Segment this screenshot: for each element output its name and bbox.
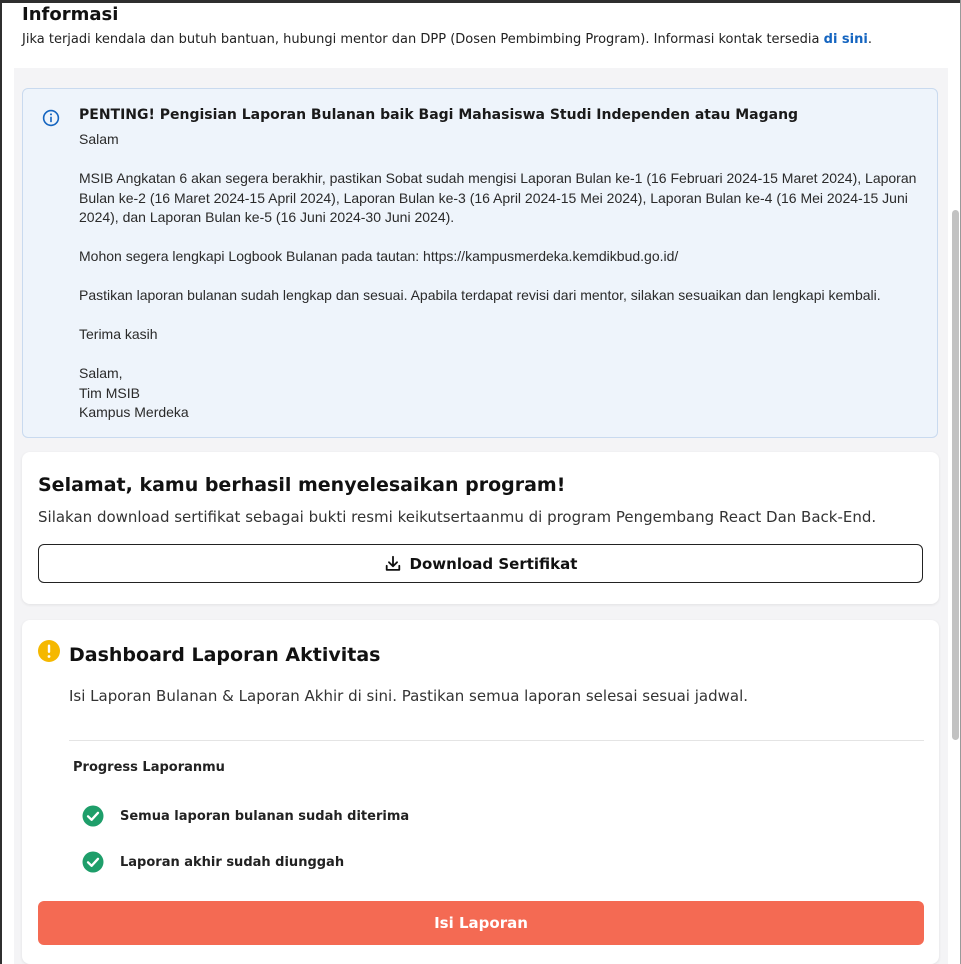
- info-icon: [42, 109, 60, 127]
- dashboard-title: Dashboard Laporan Aktivitas: [69, 644, 381, 666]
- info-subtitle-text: Jika terjadi kendala dan butuh bantuan, …: [22, 32, 824, 47]
- divider: [69, 740, 924, 741]
- announcement-alert: PENTING! Pengisian Laporan Bulanan baik …: [22, 88, 938, 438]
- check-circle-icon: [82, 805, 104, 827]
- progress-item-label: Semua laporan bulanan sudah diterima: [120, 808, 410, 824]
- fill-report-button[interactable]: Isi Laporan: [38, 901, 924, 945]
- progress-label: Progress Laporanmu: [73, 760, 225, 775]
- scrollbar-thumb[interactable]: [952, 210, 959, 740]
- progress-item: Semua laporan bulanan sudah diterima: [82, 805, 409, 827]
- dashboard-description: Isi Laporan Bulanan & Laporan Akhir di s…: [69, 687, 749, 705]
- download-certificate-button[interactable]: Download Sertifikat: [38, 544, 923, 583]
- contact-link[interactable]: di sini: [824, 32, 868, 47]
- info-header: Informasi Jika terjadi kendala dan butuh…: [22, 4, 922, 48]
- download-icon: [385, 555, 400, 571]
- download-certificate-label: Download Sertifikat: [409, 554, 578, 573]
- info-title: Informasi: [22, 4, 119, 25]
- dashboard-card: Dashboard Laporan Aktivitas Isi Laporan …: [22, 620, 939, 964]
- certificate-description: Silakan download sertifikat sebagai bukt…: [38, 508, 877, 526]
- warning-icon: [38, 640, 60, 662]
- info-subtitle-suffix: .: [867, 32, 872, 47]
- alert-title: PENTING! Pengisian Laporan Bulanan baik …: [79, 107, 799, 123]
- window-left-border: [0, 0, 2, 964]
- info-subtitle: Jika terjadi kendala dan butuh bantuan, …: [22, 32, 922, 48]
- progress-item: Laporan akhir sudah diunggah: [82, 851, 344, 873]
- alert-body: Salam MSIB Angkatan 6 akan segera berakh…: [79, 131, 917, 420]
- certificate-title: Selamat, kamu berhasil menyelesaikan pro…: [38, 474, 566, 496]
- progress-item-label: Laporan akhir sudah diunggah: [120, 854, 345, 870]
- check-circle-icon: [82, 851, 104, 873]
- window-top-border: [0, 0, 961, 3]
- certificate-card: Selamat, kamu berhasil menyelesaikan pro…: [22, 452, 939, 604]
